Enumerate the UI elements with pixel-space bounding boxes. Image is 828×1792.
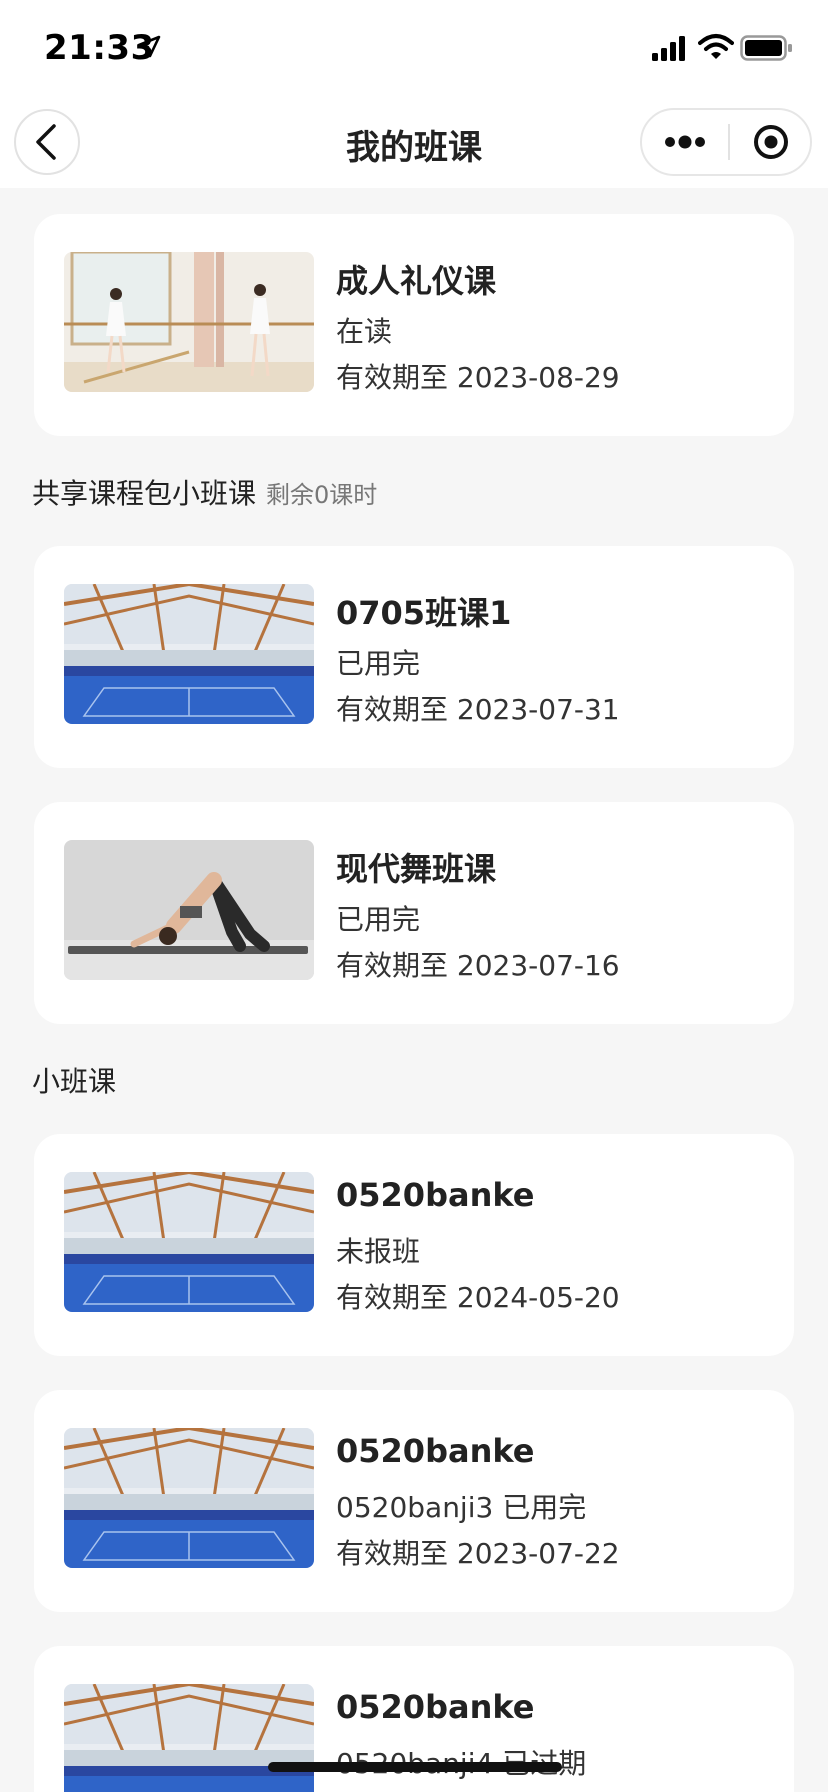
course-card[interactable]: 0520banke 未报班 有效期至 2024-05-20 — [34, 1134, 794, 1356]
course-title: 0520banke — [336, 1688, 535, 1726]
course-expiry: 有效期至 2023-07-22 — [336, 1537, 620, 1570]
course-status: 在读 — [336, 315, 393, 348]
course-card[interactable]: 0520banke 0520banji3 已用完 有效期至 2023-07-22 — [34, 1390, 794, 1612]
course-status: 0520banji3 已用完 — [336, 1491, 587, 1524]
course-expiry: 有效期至 2023-08-29 — [336, 361, 620, 394]
menu-capsule — [640, 108, 812, 176]
section-title: 小班课 — [32, 1065, 117, 1098]
ballet-studio-image — [64, 252, 314, 392]
course-title: 0520banke — [336, 1432, 535, 1470]
course-thumbnail — [64, 252, 314, 392]
wifi-icon — [698, 34, 734, 59]
course-status: 已用完 — [336, 903, 421, 936]
battery-icon — [740, 35, 792, 61]
course-expiry: 有效期至 2023-07-16 — [336, 949, 620, 982]
course-thumbnail — [64, 1428, 314, 1568]
course-expiry: 有效期至 2023-07-31 — [336, 693, 620, 726]
more-dots-icon — [665, 135, 705, 149]
course-title: 0705班课1 — [336, 594, 512, 632]
yoga-pose-image — [64, 840, 314, 980]
course-card[interactable]: 0705班课1 已用完 有效期至 2023-07-31 — [34, 546, 794, 768]
course-title: 0520banke — [336, 1176, 535, 1214]
course-thumbnail — [64, 1172, 314, 1312]
course-title: 现代舞班课 — [336, 850, 497, 888]
cellular-signal-icon — [652, 36, 685, 61]
section-remaining-hours: 剩余0课时 — [266, 481, 378, 509]
course-status: 已用完 — [336, 647, 421, 680]
navigation-bar: 我的班课 — [0, 96, 828, 188]
course-card[interactable]: 成人礼仪课 在读 有效期至 2023-08-29 — [34, 214, 794, 436]
course-thumbnail — [64, 1684, 314, 1792]
close-miniprogram-button[interactable] — [730, 110, 812, 174]
target-close-icon — [754, 125, 788, 159]
location-arrow-icon — [137, 35, 161, 58]
home-indicator — [268, 1762, 562, 1772]
more-button[interactable] — [642, 110, 728, 174]
section-header-small-class: 小班课 — [32, 1060, 116, 1100]
course-thumbnail — [64, 840, 314, 980]
status-bar: 21:33 — [0, 0, 828, 96]
sports-hall-image — [64, 1172, 314, 1312]
course-title: 成人礼仪课 — [336, 262, 497, 300]
sports-hall-image — [64, 584, 314, 724]
sports-hall-image — [64, 1684, 314, 1792]
section-header-shared: 共享课程包小班课 剩余0课时 — [32, 472, 377, 512]
course-thumbnail — [64, 584, 314, 724]
course-expiry: 有效期至 2024-05-20 — [336, 1281, 620, 1314]
course-status: 未报班 — [336, 1235, 421, 1268]
course-card[interactable]: 现代舞班课 已用完 有效期至 2023-07-16 — [34, 802, 794, 1024]
sports-hall-image — [64, 1428, 314, 1568]
screen: 21:33 我的班课 成人礼仪课 在读 有效期至 2023-08-29 共享课程… — [0, 0, 828, 1792]
section-title: 共享课程包小班课 — [32, 477, 257, 510]
